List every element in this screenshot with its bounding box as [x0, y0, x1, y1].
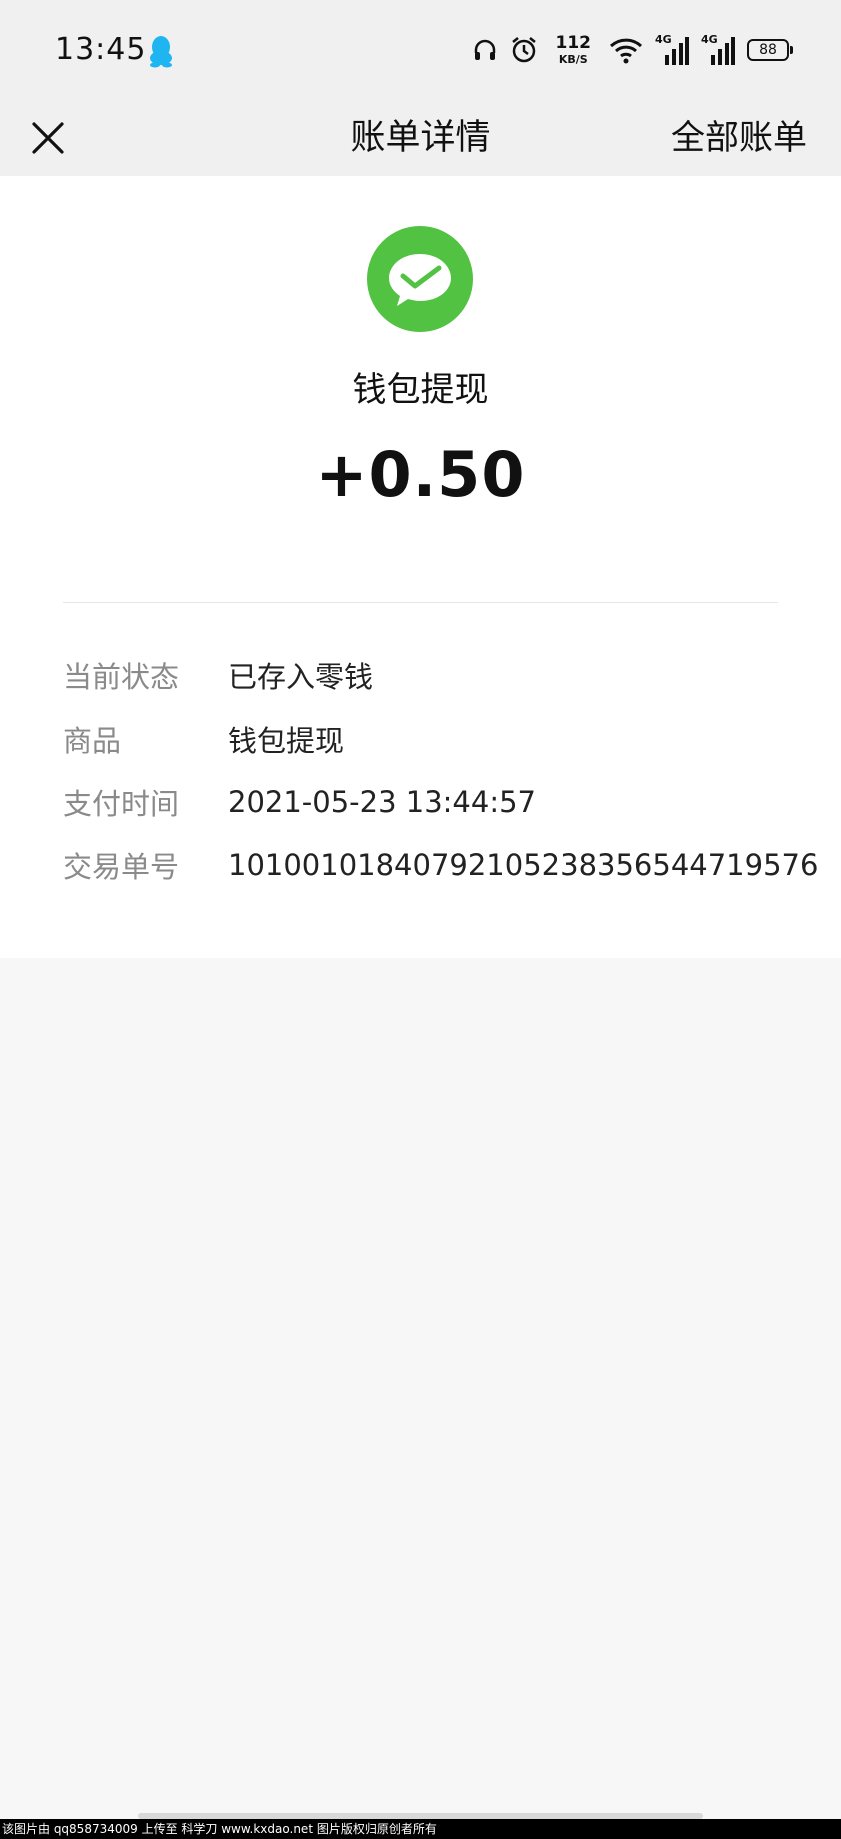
alarm-clock-icon [510, 30, 538, 70]
signal2-label: 4G [701, 33, 718, 46]
wechat-pay-icon [367, 226, 473, 332]
detail-label: 支付时间 [63, 787, 180, 821]
detail-value: 2021-05-23 13:44:57 [228, 785, 536, 819]
detail-row-product: 商品 钱包提现 [63, 718, 344, 760]
bill-detail-screen: 13:45 112 KB/S 4G 4G 88 账单详情 全部账单 钱包提现 +… [0, 0, 841, 1839]
detail-value: 钱包提现 [228, 724, 345, 758]
close-button[interactable] [22, 112, 74, 164]
all-bills-link[interactable]: 全部账单 [671, 100, 807, 176]
signal1-label: 4G [655, 33, 672, 46]
battery-level: 88 [747, 39, 793, 61]
divider [63, 602, 778, 603]
net-speed: 112 KB/S [556, 30, 592, 70]
headset-icon [472, 30, 498, 70]
status-bar: 13:45 112 KB/S 4G 4G 88 [0, 0, 841, 100]
nav-bar: 账单详情 全部账单 [0, 100, 841, 176]
net-speed-value: 112 [555, 33, 592, 53]
transaction-title: 钱包提现 [352, 370, 489, 410]
detail-row-transaction-id: 交易单号 101001018407921052383565447195​76 [63, 844, 818, 886]
transaction-card: 钱包提现 +0.50 当前状态 已存入零钱 商品 钱包提现 支付时间 2021-… [0, 176, 841, 958]
battery-icon: 88 [747, 30, 793, 70]
net-speed-unit: KB/S [558, 53, 588, 66]
close-icon [32, 122, 64, 154]
watermark-text: 该图片由 qq858734009 上传至 科学刀 www.kxdao.net 图… [0, 1819, 841, 1839]
qq-penguin-icon [150, 36, 172, 68]
detail-value: 已存入零钱 [228, 660, 374, 694]
detail-row-pay-time: 支付时间 2021-05-23 13:44:57 [63, 781, 536, 823]
detail-value: 101001018407921052383565447195​76 [228, 848, 819, 882]
detail-label: 交易单号 [63, 850, 180, 884]
wifi-icon [609, 30, 643, 70]
detail-row-status: 当前状态 已存入零钱 [63, 654, 373, 696]
signal-icon: 4G [655, 30, 689, 70]
detail-label: 商品 [63, 724, 122, 758]
status-time: 13:45 [55, 32, 147, 67]
transaction-amount: +0.50 [315, 438, 526, 511]
signal-icon: 4G [701, 30, 735, 70]
detail-label: 当前状态 [63, 660, 180, 694]
status-icons: 112 KB/S 4G 4G 88 [472, 30, 793, 70]
